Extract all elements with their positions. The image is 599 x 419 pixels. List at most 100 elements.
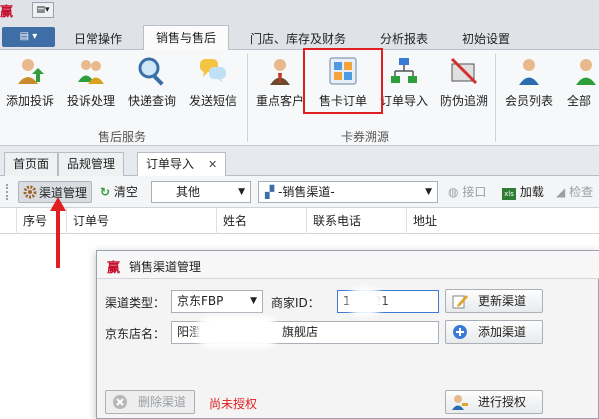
express-query-label: 快递查询	[127, 94, 176, 108]
redaction-blur	[353, 293, 377, 310]
ribbon-panel: 添加投诉 投诉处理 快递查询 发送短信 售后服务 重点客户 售卡订单 订单导入 …	[0, 50, 599, 146]
title-strip: 赢 ▤▾	[0, 0, 599, 20]
type-select[interactable]: 其他 ▼	[151, 181, 251, 203]
add-icon	[453, 325, 467, 339]
authorization-status: 尚未授权	[209, 397, 258, 411]
document-tab-bar: 首页面 品规管理 订单导入 ✕	[0, 146, 599, 177]
ribbon-tab-sales[interactable]: 销售与售后	[143, 25, 229, 51]
all-members-button[interactable]: 全部	[561, 54, 599, 122]
anti-counterfeit-icon	[450, 57, 478, 85]
key-customer-button[interactable]: 重点客户	[250, 54, 310, 122]
app-logo: 赢	[0, 5, 14, 20]
column-header-name[interactable]: 姓名	[216, 208, 306, 234]
channel-type-value: 京东FBP	[177, 294, 224, 308]
doc-tab-order-import-label: 订单导入	[146, 157, 195, 171]
annotation-arrow	[56, 206, 60, 268]
add-channel-label: 添加渠道	[478, 325, 527, 339]
ribbon-tab-reports[interactable]: 分析报表	[368, 28, 440, 50]
member-list-label: 会员列表	[504, 94, 553, 108]
anti-counterfeit-label: 防伪追溯	[439, 94, 488, 108]
doc-tab-order-import[interactable]: 订单导入 ✕	[137, 152, 227, 177]
add-channel-button[interactable]: 添加渠道	[445, 320, 543, 344]
group-divider	[495, 54, 496, 142]
key-customer-label: 重点客户	[255, 94, 304, 108]
hierarchy-icon	[391, 58, 417, 83]
update-channel-label: 更新渠道	[478, 294, 527, 308]
column-header-phone[interactable]: 联系电话	[306, 208, 406, 234]
ribbon-tab-daily[interactable]: 日常操作	[62, 28, 134, 50]
dialog-title: 销售渠道管理	[129, 260, 202, 274]
quick-access-menu-icon[interactable]: ▤▾	[32, 2, 54, 18]
doc-tab-home[interactable]: 首页面	[4, 152, 59, 176]
send-sms-button[interactable]: 发送短信	[183, 54, 243, 122]
close-icon[interactable]: ✕	[208, 158, 217, 171]
complaint-handling-label: 投诉处理	[66, 94, 115, 108]
clear-label: 清空	[113, 185, 138, 199]
ribbon-tab-store-finance[interactable]: 门店、库存及财务	[238, 28, 358, 50]
complaint-handling-button[interactable]: 投诉处理	[61, 54, 121, 122]
authorize-button[interactable]: 进行授权	[445, 390, 543, 414]
add-complaint-icon	[18, 59, 44, 84]
clear-button[interactable]: ↻ 清空	[100, 181, 138, 203]
member-icon	[576, 59, 596, 85]
delete-channel-button[interactable]: 删除渠道	[105, 390, 195, 414]
interface-button[interactable]: ◍ 接口	[448, 181, 486, 203]
check-button[interactable]: ◢ 检查	[556, 181, 593, 203]
toolbar: 渠道管理 ↻ 清空 其他 ▼ ▞ -销售渠道- ▼ ◍ 接口 xls 加载 ◢ …	[0, 176, 599, 208]
member-list-button[interactable]: 会员列表	[499, 54, 559, 122]
member-icon	[519, 59, 539, 85]
refresh-icon: ↻	[100, 185, 111, 199]
interface-label: 接口	[462, 185, 487, 199]
anti-counterfeit-button[interactable]: 防伪追溯	[434, 54, 494, 122]
users-icon	[78, 60, 104, 84]
toolbar-grip	[6, 184, 9, 200]
gear-icon	[23, 185, 37, 199]
channel-type-label: 渠道类型：	[105, 296, 166, 310]
chevron-down-icon: ▼	[425, 187, 432, 197]
type-select-value: 其他	[176, 185, 201, 199]
express-query-button[interactable]: 快递查询	[122, 54, 182, 122]
load-button[interactable]: xls 加载	[502, 181, 544, 203]
merchant-id-label: 商家ID：	[271, 296, 320, 310]
ribbon-tab-settings[interactable]: 初始设置	[450, 28, 522, 50]
sales-channel-select-value: -销售渠道-	[278, 185, 335, 199]
sales-channel-dialog: 赢 销售渠道管理 渠道类型： 京东FBP ▼ 商家ID： 1 21 更新渠道 京…	[96, 250, 599, 419]
check-label: 检查	[569, 185, 594, 199]
dialog-logo: 赢	[107, 261, 121, 276]
add-complaint-label: 添加投诉	[5, 94, 54, 108]
delete-icon	[113, 395, 127, 409]
send-sms-label: 发送短信	[188, 94, 237, 108]
order-grid-header: 序号 订单号 姓名 联系电话 地址	[0, 208, 599, 234]
chevron-down-icon: ▼	[250, 296, 257, 306]
update-channel-button[interactable]: 更新渠道	[445, 289, 543, 313]
app-menu-icon: ▤ ▾	[19, 31, 38, 42]
add-complaint-button[interactable]: 添加投诉	[0, 54, 60, 122]
person-icon	[270, 59, 290, 85]
store-name-suffix: 旗舰店	[282, 325, 319, 339]
delete-channel-label: 删除渠道	[138, 395, 187, 409]
store-name-value: 阳澄	[177, 325, 202, 339]
chat-bubbles-icon	[200, 59, 226, 83]
column-header-address[interactable]: 地址	[406, 208, 599, 234]
group-caption-coupon: 卡券溯源	[341, 130, 390, 144]
store-name-label: 京东店名：	[105, 327, 166, 341]
chevron-down-icon: ▼	[238, 187, 245, 197]
channel-tree-icon: ▞	[265, 185, 275, 199]
excel-icon: xls	[502, 188, 516, 200]
channel-type-select[interactable]: 京东FBP ▼	[171, 290, 263, 313]
authorize-label: 进行授权	[478, 395, 527, 409]
eraser-icon: ◢	[556, 185, 566, 199]
app-window: 赢 ▤▾ ▤ ▾ 日常操作 销售与售后 门店、库存及财务 分析报表 初始设置 添…	[0, 0, 599, 419]
all-members-label: 全部	[567, 94, 592, 108]
interface-icon: ◍	[448, 185, 459, 199]
redaction-blur	[201, 322, 273, 342]
column-header-order-no[interactable]: 订单号	[66, 208, 216, 234]
edit-icon	[452, 295, 468, 309]
app-menu-button[interactable]: ▤ ▾	[2, 27, 55, 47]
highlight-box	[303, 48, 383, 114]
load-label: 加载	[519, 185, 544, 199]
order-import-button[interactable]: 订单导入	[374, 54, 434, 122]
doc-tab-spec-mgmt[interactable]: 品规管理	[58, 152, 125, 176]
dialog-title-bar: 赢 销售渠道管理	[97, 251, 599, 279]
sales-channel-select[interactable]: ▞ -销售渠道- ▼	[258, 181, 438, 203]
